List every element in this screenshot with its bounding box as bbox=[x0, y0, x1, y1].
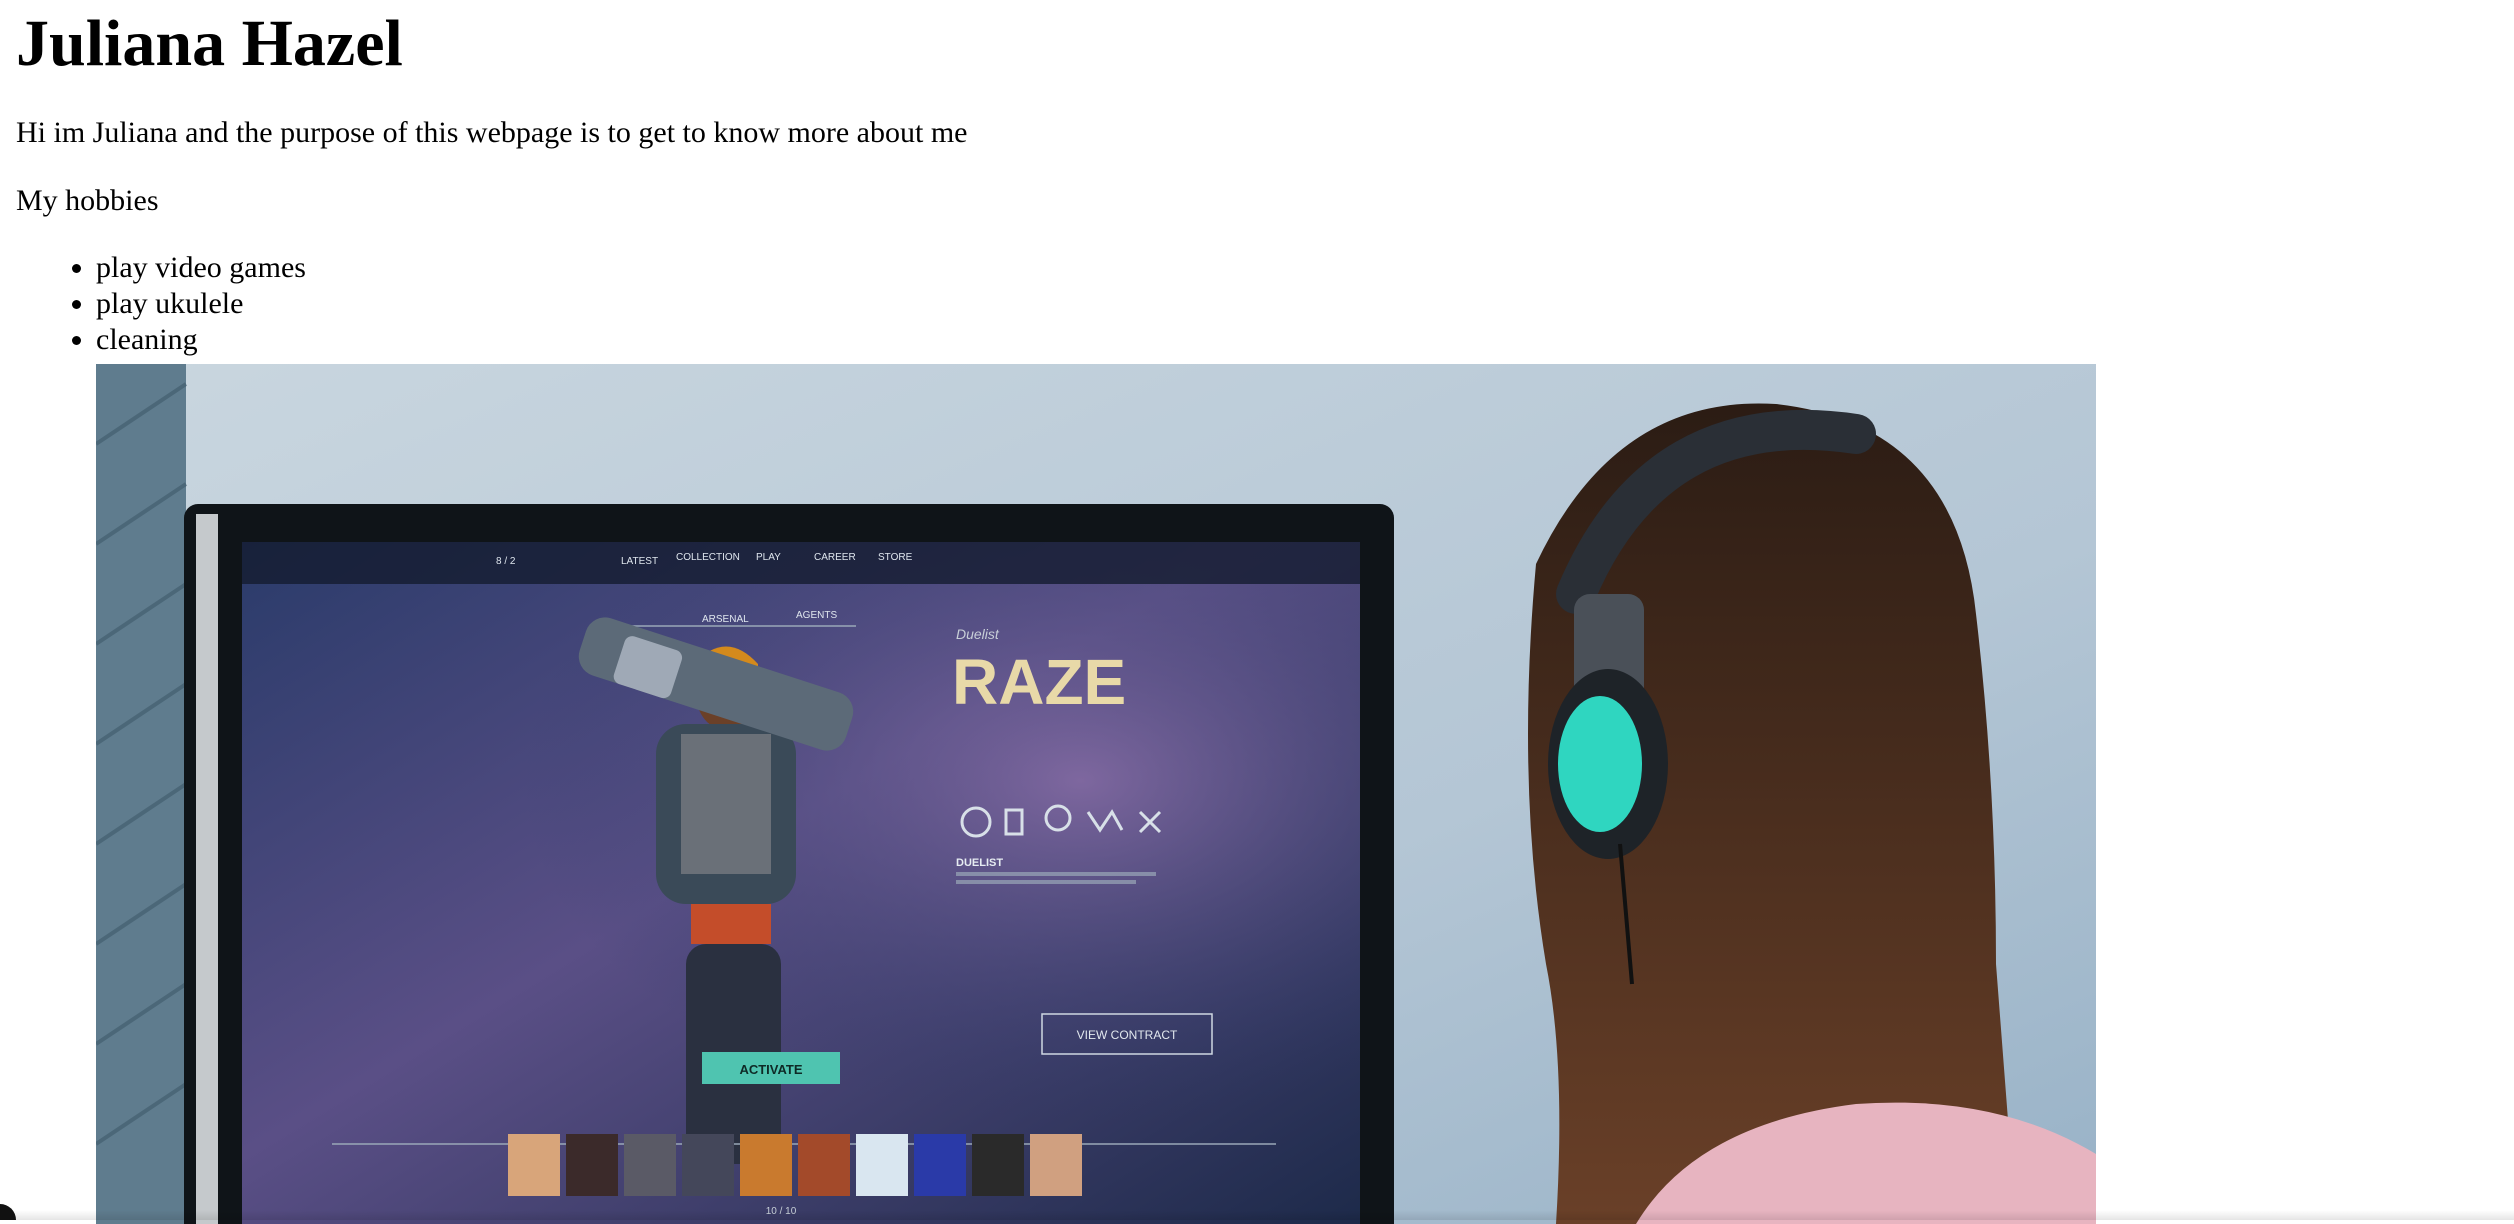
window-bottom-shadow bbox=[0, 1210, 2514, 1220]
hobbies-list: play video games play ukulele cleaning bbox=[16, 250, 2514, 358]
screen-nav-collection: COLLECTION bbox=[676, 552, 740, 563]
page-content: Juliana Hazel Hi im Juliana and the purp… bbox=[16, 0, 2514, 358]
page-title: Juliana Hazel bbox=[16, 7, 403, 80]
list-item: play video games bbox=[96, 250, 2514, 286]
role-heading: DUELIST bbox=[956, 857, 1003, 869]
headphone-accent bbox=[1558, 696, 1642, 832]
list-item: play ukulele bbox=[96, 286, 2514, 322]
screen-nav-store: STORE bbox=[878, 552, 913, 563]
screen-nav-play: PLAY bbox=[756, 552, 781, 563]
screen-tab-agents: AGENTS bbox=[796, 610, 837, 621]
screen-tab-arsenal: ARSENAL bbox=[702, 614, 749, 625]
list-item: cleaning bbox=[96, 322, 2514, 358]
window-corner bbox=[0, 1204, 16, 1220]
view-contract-label: VIEW CONTRACT bbox=[1077, 1028, 1178, 1042]
agent-role: Duelist bbox=[956, 626, 1000, 642]
photo-illustration: 8 / 2 LATEST COLLECTION PLAY CAREER STOR… bbox=[96, 364, 2096, 1224]
screen-nav-career: CAREER bbox=[814, 552, 856, 563]
screen-counter: 8 / 2 bbox=[496, 556, 516, 567]
gaming-photo: 8 / 2 LATEST COLLECTION PLAY CAREER STOR… bbox=[96, 364, 2096, 1224]
agent-name: RAZE bbox=[952, 646, 1126, 718]
hobbies-heading: My hobbies bbox=[16, 184, 159, 217]
activate-label: ACTIVATE bbox=[739, 1062, 802, 1077]
screen-nav-latest: LATEST bbox=[621, 556, 658, 567]
intro-text: Hi im Juliana and the purpose of this we… bbox=[16, 116, 968, 149]
